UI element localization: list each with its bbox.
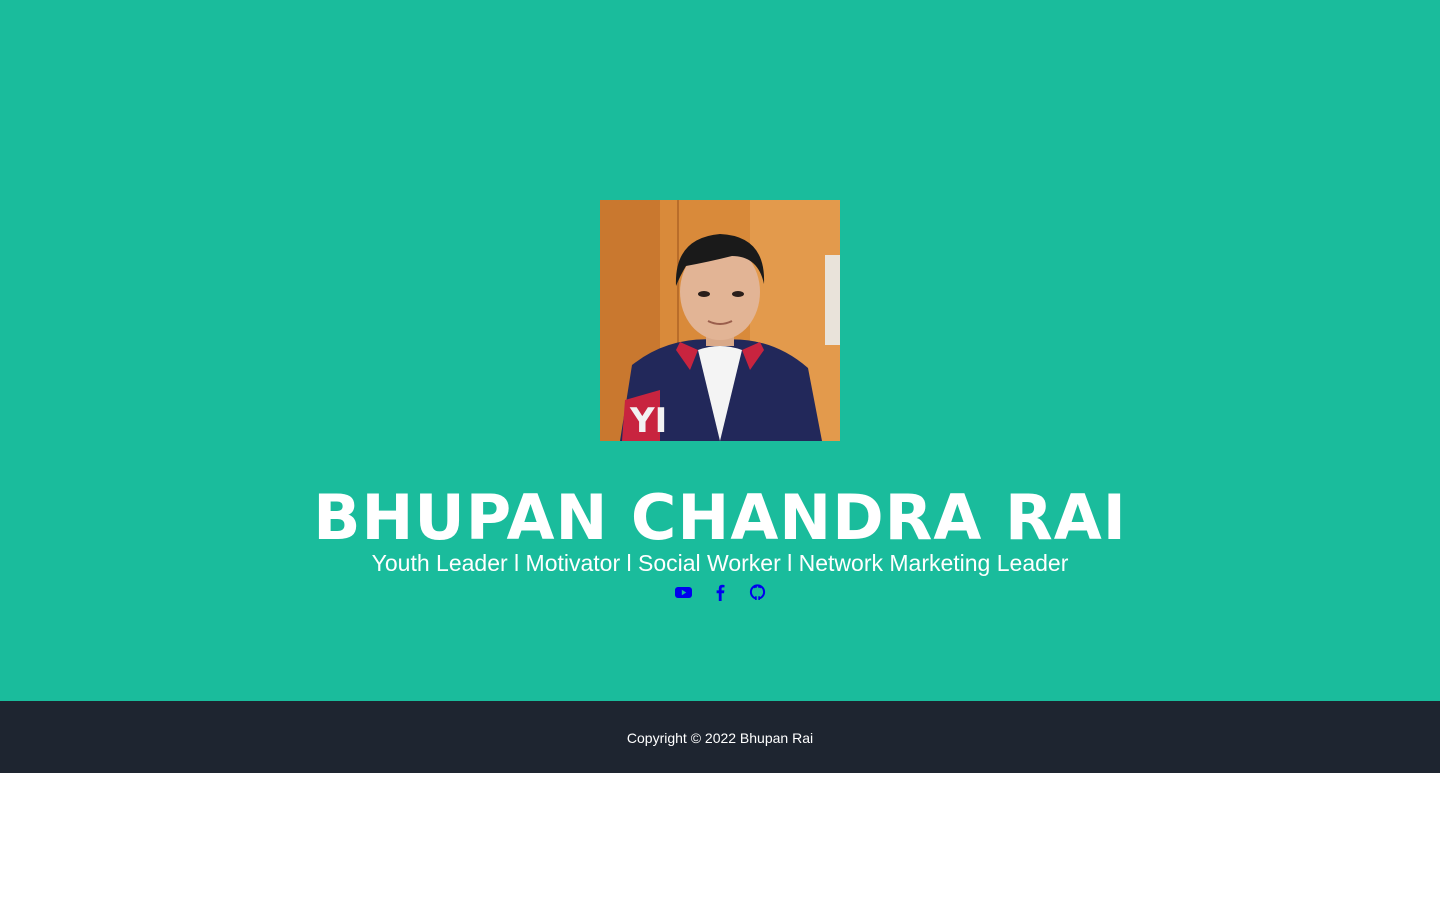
youtube-icon: [674, 587, 692, 598]
github-icon: [749, 584, 765, 601]
copyright-text: Copyright © 2022 Bhupan Rai: [626, 730, 814, 746]
facebook-icon: [716, 584, 724, 601]
github-link[interactable]: [749, 583, 766, 601]
social-links: [0, 583, 1440, 603]
footer: Copyright © 2022 Bhupan Rai: [0, 701, 1440, 773]
svg-text:YI: YI: [629, 401, 667, 441]
profile-name: BHUPAN CHANDRA RAI: [313, 481, 1127, 554]
profile-tagline: Youth Leader l Motivator l Social Worker…: [371, 550, 1069, 576]
masthead: YI BHUPAN CHANDRA RAI Youth Leader l Mot…: [0, 0, 1440, 701]
profile-photo-illustration: YI: [600, 200, 840, 441]
youtube-link[interactable]: [674, 583, 692, 601]
profile-avatar: YI: [600, 200, 840, 441]
facebook-link[interactable]: [712, 583, 729, 601]
